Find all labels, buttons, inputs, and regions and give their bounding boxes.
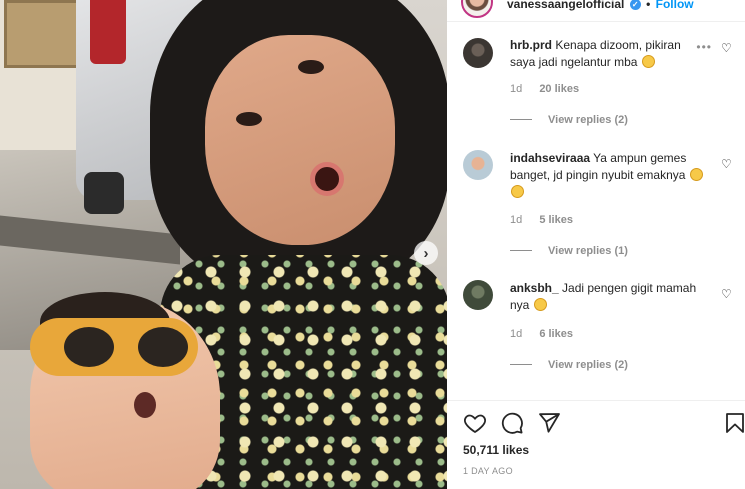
view-replies-label: View replies (1) [548, 245, 628, 257]
comment-avatar[interactable] [463, 38, 493, 68]
comment-username[interactable]: hrb.prd [510, 38, 552, 52]
photo-lens-left [64, 327, 114, 367]
comment-body: hrb.prd Kenapa dizoom, pikiran saya jadi… [510, 37, 705, 71]
comment-likes[interactable]: 6 likes [539, 328, 573, 340]
photo-baby-mouth [134, 392, 156, 418]
comment-meta: 1d 6 likes [510, 328, 587, 340]
post-actions: 50,711 likes 1 DAY AGO [447, 400, 745, 489]
comment-avatar[interactable] [463, 280, 493, 310]
post-side-panel: vanessaangelofficial ✓ • Follow hrb.prd … [447, 0, 745, 489]
avatar[interactable] [461, 0, 493, 18]
chevron-right-icon: › [423, 244, 429, 262]
comment-time: 1d [510, 214, 523, 226]
comment-icon[interactable] [500, 411, 524, 435]
emoji-icon [689, 168, 703, 181]
heart-icon[interactable] [463, 411, 487, 435]
photo-window [4, 0, 84, 68]
post-author: vanessaangelofficial ✓ • Follow [507, 0, 694, 11]
photo-woman-eye-left [236, 112, 262, 126]
view-replies-button[interactable]: View replies (2) [510, 114, 628, 126]
post-header: vanessaangelofficial ✓ • Follow [447, 0, 745, 22]
comment-body: indahseviraaa Ya ampun gemes banget, jd … [510, 150, 705, 201]
photo-car-tire [84, 172, 124, 214]
heart-icon[interactable]: ♡ [721, 42, 733, 54]
heart-icon[interactable]: ♡ [721, 288, 733, 300]
more-icon[interactable]: ••• [696, 40, 712, 54]
view-replies-button[interactable]: View replies (1) [510, 245, 628, 257]
separator-dot: • [646, 0, 651, 11]
view-replies-label: View replies (2) [548, 359, 628, 371]
view-replies-button[interactable]: View replies (2) [510, 359, 628, 371]
verified-badge-icon: ✓ [629, 0, 641, 10]
photo-car-light [90, 0, 126, 64]
replies-line [510, 250, 532, 251]
photo-woman-eye-right [298, 60, 324, 74]
post-photo[interactable]: › [0, 0, 447, 489]
comment-time: 1d [510, 328, 523, 340]
comment-body: anksbh_ Jadi pengen gigit mamah nya [510, 280, 705, 314]
author-username[interactable]: vanessaangelofficial [507, 0, 624, 11]
emoji-icon [511, 185, 524, 198]
replies-line [510, 119, 532, 120]
comment-meta: 1d 5 likes [510, 214, 587, 226]
replies-line [510, 364, 532, 365]
heart-icon[interactable]: ♡ [721, 158, 733, 170]
follow-button[interactable]: Follow [656, 0, 694, 11]
comment-time: 1d [510, 83, 523, 95]
likes-count[interactable]: 50,711 likes [463, 443, 529, 457]
comment-username[interactable]: indahseviraaa [510, 151, 590, 165]
comment-avatar[interactable] [463, 150, 493, 180]
view-replies-label: View replies (2) [548, 114, 628, 126]
comment-username[interactable]: anksbh_ [510, 281, 559, 295]
emoji-icon [641, 55, 655, 68]
next-photo-button[interactable]: › [414, 241, 438, 265]
comment-meta: 1d 20 likes [510, 83, 593, 95]
comment-likes[interactable]: 5 likes [539, 214, 573, 226]
photo-lens-right [138, 327, 188, 367]
share-icon[interactable] [537, 411, 561, 435]
photo-woman-mouth [310, 162, 344, 196]
comment-likes[interactable]: 20 likes [539, 83, 579, 95]
photo-baby-sunglasses [30, 318, 198, 376]
comments-list[interactable]: hrb.prd Kenapa dizoom, pikiran saya jadi… [447, 30, 745, 400]
bookmark-icon[interactable] [723, 411, 745, 435]
emoji-icon [533, 298, 547, 311]
post-date[interactable]: 1 DAY AGO [463, 466, 513, 476]
